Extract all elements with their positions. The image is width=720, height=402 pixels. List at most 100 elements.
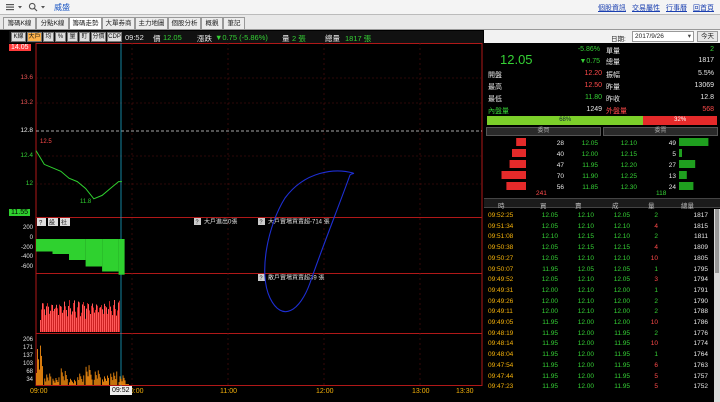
tick-row[interactable]: 09:51:08 12.10 12.15 12.10 2 1811 bbox=[484, 232, 713, 243]
tick-cell-s: 12.10 bbox=[577, 286, 594, 294]
retail-net-bar bbox=[80, 316, 81, 332]
retail-net-bar bbox=[91, 305, 92, 332]
ratio-green-segment: 68% bbox=[487, 116, 644, 125]
bid-price: 11.90 bbox=[582, 173, 598, 180]
tick-row[interactable]: 09:49:26 12.00 12.10 12.00 2 1790 bbox=[484, 297, 713, 308]
tick-row[interactable]: 09:52:25 12.05 12.10 12.05 2 1817 bbox=[484, 211, 713, 222]
tick-cell-tot: 1805 bbox=[693, 254, 708, 262]
link-stock-info[interactable]: 個股資訊 bbox=[598, 3, 626, 13]
mode-major-button[interactable]: 大戶 bbox=[27, 32, 42, 42]
svg-text:大戶進出0張: 大戶進出0張 bbox=[204, 218, 237, 226]
tick-cell-tot: 1815 bbox=[693, 222, 708, 230]
tick-cell-v: 2 bbox=[654, 308, 658, 316]
link-calendar[interactable]: 行事曆 bbox=[666, 3, 687, 13]
tick-cell-v: 3 bbox=[654, 276, 658, 284]
mode-price-dist-button[interactable]: 分價 bbox=[91, 32, 106, 42]
tick-cell-t: 09:51:08 bbox=[488, 233, 514, 241]
stock-name[interactable]: 威盛 bbox=[54, 2, 70, 13]
mode-watch-button[interactable]: 盯 bbox=[79, 32, 90, 42]
mode-avg-button[interactable]: 均 bbox=[43, 32, 54, 42]
link-home[interactable]: 回首頁 bbox=[693, 3, 714, 13]
tick-row[interactable]: 09:50:07 11.95 12.05 12.05 1 1795 bbox=[484, 265, 713, 276]
calendar-dropdown-icon[interactable]: ▾ bbox=[688, 32, 691, 42]
tick-cell-b: 12.00 bbox=[541, 297, 558, 305]
dropdown-arrow-icon[interactable] bbox=[15, 2, 25, 12]
volume-bar bbox=[57, 382, 59, 385]
link-trade-attributes[interactable]: 交易屬性 bbox=[632, 3, 660, 13]
low-marker: 11.8 bbox=[80, 199, 92, 205]
annotation-market-buy-sell[interactable]: ? 大戶實場買賣超-714 張 bbox=[258, 218, 330, 226]
tab-main-map[interactable]: 主力地圖 bbox=[135, 17, 168, 29]
retail-net-bar bbox=[113, 305, 114, 332]
mode-volume-button[interactable]: 量 bbox=[67, 32, 78, 42]
tick-row[interactable]: 09:49:52 12.05 12.10 12.05 3 1794 bbox=[484, 275, 713, 286]
tick-cell-v: 4 bbox=[654, 244, 658, 252]
scroll-thumb[interactable] bbox=[715, 209, 719, 273]
tab-notes[interactable]: 筆記 bbox=[223, 17, 245, 29]
retail-net-bar bbox=[61, 306, 62, 332]
tick-cell-s: 12.00 bbox=[577, 351, 594, 359]
volume-bar bbox=[111, 376, 113, 385]
today-button[interactable]: 今天 bbox=[697, 31, 718, 42]
volume-bar bbox=[85, 366, 87, 385]
tick-cell-s: 12.00 bbox=[577, 329, 594, 337]
volume-bar bbox=[82, 381, 84, 385]
tick-row[interactable]: 09:49:31 12.00 12.10 12.00 1 1791 bbox=[484, 286, 713, 297]
price-label: 13.2 bbox=[20, 99, 33, 106]
intraday-chart[interactable]: 12.5 11.8 ? 設 社 ? 大戶進出0張 ? 大戶實場買賣超-714 張… bbox=[0, 43, 483, 386]
chart-area[interactable]: 12.5 11.8 ? 設 社 ? 大戶進出0張 ? 大戶實場買賣超-714 張… bbox=[0, 43, 483, 386]
major-net-bar bbox=[102, 239, 119, 272]
tab-chip-kline[interactable]: 籌碼K線 bbox=[3, 17, 36, 29]
tick-row[interactable]: 09:50:38 12.05 12.15 12.15 4 1809 bbox=[484, 243, 713, 254]
tab-stock-analysis[interactable]: 個股分析 bbox=[168, 17, 201, 29]
tick-cell-b: 11.95 bbox=[542, 265, 558, 273]
ask-volume: 5 bbox=[672, 151, 676, 158]
tick-row[interactable]: 09:48:19 11.95 12.00 11.95 2 1776 bbox=[484, 329, 713, 340]
tick-row[interactable]: 09:49:05 11.95 12.00 12.00 10 1786 bbox=[484, 318, 713, 329]
ask-price: 12.15 bbox=[621, 151, 638, 158]
tick-row[interactable]: 09:49:11 12.00 12.10 12.00 2 1788 bbox=[484, 307, 713, 318]
tick-row[interactable]: 09:47:44 11.95 12.00 11.95 5 1757 bbox=[484, 372, 713, 383]
price-label: 12.4 bbox=[20, 152, 33, 159]
ticks-scrollbar[interactable] bbox=[714, 209, 720, 402]
tick-row[interactable]: 09:48:14 11.95 12.00 11.95 10 1774 bbox=[484, 339, 713, 350]
ticks-list[interactable]: 09:52:25 12.05 12.10 12.05 2 1817 09:51:34 12.0… bbox=[484, 209, 720, 402]
retail-net-bar bbox=[107, 313, 108, 332]
tick-row[interactable]: 09:47:23 11.95 12.00 11.95 5 1752 bbox=[484, 382, 713, 393]
dropdown-arrow-icon[interactable] bbox=[38, 2, 48, 12]
menu-icon[interactable] bbox=[5, 2, 15, 12]
tick-row[interactable]: 09:48:04 11.95 12.00 11.95 1 1764 bbox=[484, 350, 713, 361]
tick-cell-v: 4 bbox=[654, 222, 658, 230]
bid-volume-bar bbox=[506, 182, 526, 190]
volume-bar bbox=[49, 373, 51, 385]
tab-big-brokers[interactable]: 大單券商 bbox=[102, 17, 135, 29]
bid-price: 12.05 bbox=[582, 140, 599, 147]
date-input[interactable]: 2017/9/26 ▾ bbox=[632, 31, 694, 42]
tick-cell-tot: 1790 bbox=[693, 297, 708, 305]
retail-net-bar bbox=[65, 306, 66, 332]
tick-cell-tot: 1788 bbox=[693, 308, 708, 316]
retail-net-bar bbox=[118, 302, 119, 332]
volume-bar bbox=[96, 378, 98, 385]
volume-bar bbox=[90, 374, 92, 385]
retail-net-bar bbox=[72, 311, 73, 332]
mode-cdp-button[interactable]: CDP bbox=[107, 32, 122, 42]
svg-text:大戶實場買賣超-714 張: 大戶實場買賣超-714 張 bbox=[268, 218, 330, 226]
tick-row[interactable]: 09:47:54 11.95 12.00 11.95 6 1763 bbox=[484, 361, 713, 372]
tick-row[interactable]: 09:51:34 12.05 12.10 12.10 4 1815 bbox=[484, 222, 713, 233]
tick-cell-b: 12.05 bbox=[541, 244, 558, 252]
mode-kline-button[interactable]: K線 bbox=[11, 32, 26, 42]
annotation-retail-buy-sell[interactable]: ? 散戶實場買賣超39 張 bbox=[258, 274, 324, 282]
annotation-big-in[interactable]: ? 大戶進出0張 bbox=[194, 218, 237, 226]
volume-bar bbox=[121, 384, 123, 385]
search-icon[interactable] bbox=[28, 2, 38, 12]
svg-text:171: 171 bbox=[23, 345, 34, 351]
mode-pct-button[interactable]: % bbox=[55, 32, 66, 42]
date-value: 2017/9/26 bbox=[635, 33, 664, 40]
tab-chip-trend[interactable]: 籌碼走勢 bbox=[69, 17, 102, 29]
retail-net-bar bbox=[71, 314, 72, 332]
volume-bar bbox=[88, 365, 90, 385]
tab-branch-kline[interactable]: 分點K線 bbox=[36, 17, 69, 29]
tick-row[interactable]: 09:50:27 12.05 12.10 12.10 10 1805 bbox=[484, 254, 713, 265]
tab-overview[interactable]: 概觀 bbox=[201, 17, 223, 29]
